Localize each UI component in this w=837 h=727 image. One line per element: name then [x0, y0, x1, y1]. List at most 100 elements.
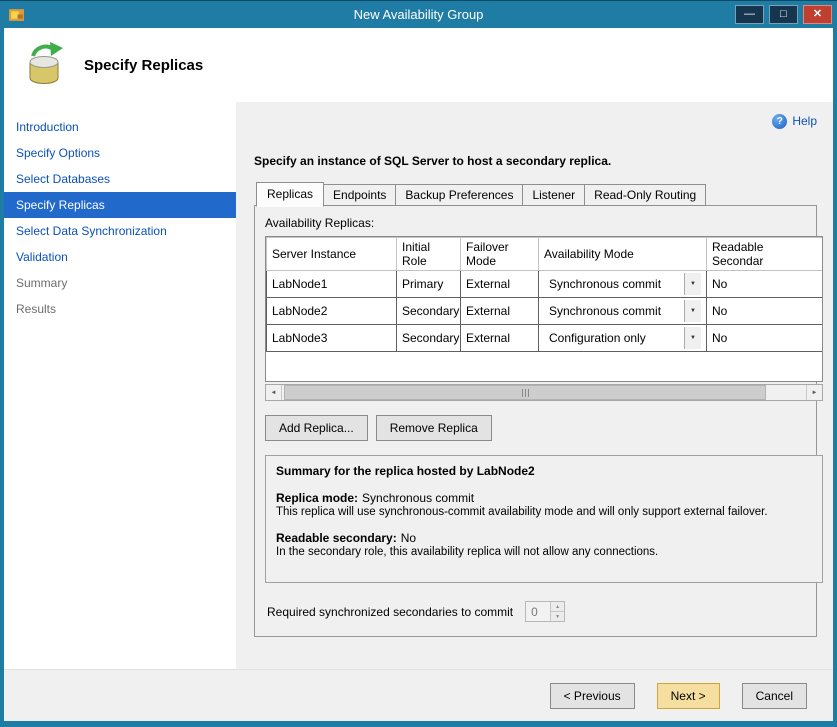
scroll-right-icon[interactable]: ►: [806, 385, 822, 400]
sidebar-item-summary: Summary: [4, 270, 236, 296]
availability-mode-value: Configuration only: [544, 327, 684, 349]
wizard-sidebar: Introduction Specify Options Select Data…: [4, 102, 236, 669]
window-controls: — □ ✕: [735, 5, 832, 24]
cell-server-instance[interactable]: LabNode1: [267, 271, 397, 298]
wizard-footer: < Previous Next > Cancel: [4, 669, 833, 721]
cell-initial-role[interactable]: Secondary: [397, 298, 461, 325]
column-header-server-instance: Server Instance: [267, 238, 397, 271]
sidebar-item-select-databases[interactable]: Select Databases: [4, 166, 236, 192]
column-header-initial-role: Initial Role: [397, 238, 461, 271]
tab-strip: Replicas Endpoints Backup Preferences Li…: [254, 182, 817, 206]
chevron-down-icon[interactable]: ▼: [684, 273, 701, 295]
required-secondaries-label: Required synchronized secondaries to com…: [267, 605, 513, 619]
availability-mode-value: Synchronous commit: [544, 273, 684, 295]
replica-mode-line: Replica mode: Synchronous commit This rep…: [276, 491, 812, 518]
scrollbar-thumb[interactable]: [284, 385, 766, 400]
tab-replicas-label: Replicas: [267, 187, 313, 201]
cell-server-instance[interactable]: LabNode2: [267, 298, 397, 325]
remove-replica-button[interactable]: Remove Replica: [376, 415, 492, 441]
readable-secondary-description: In the secondary role, this availability…: [276, 546, 812, 558]
replica-buttons-row: Add Replica... Remove Replica: [265, 415, 806, 441]
help-icon: ?: [772, 114, 787, 129]
previous-button[interactable]: < Previous: [550, 683, 635, 709]
replicas-tab-panel: Availability Replicas: Server Instance I…: [254, 205, 817, 637]
chevron-down-icon[interactable]: ▼: [684, 300, 701, 322]
spin-up-icon: ▲: [551, 602, 564, 612]
cell-server-instance[interactable]: LabNode3: [267, 325, 397, 352]
tab-endpoints-label: Endpoints: [333, 188, 386, 202]
column-header-availability-mode: Availability Mode: [539, 238, 707, 271]
tab-replicas[interactable]: Replicas: [256, 182, 324, 207]
wizard-header: Specify Replicas: [4, 28, 833, 102]
required-secondaries-value: 0: [526, 602, 550, 621]
tab-endpoints[interactable]: Endpoints: [323, 184, 396, 206]
help-row: ? Help: [254, 112, 817, 130]
table-row[interactable]: LabNode1 Primary External Synchronous co…: [267, 271, 823, 298]
replica-mode-value: Synchronous commit: [362, 491, 474, 505]
cell-failover-mode[interactable]: External: [461, 325, 539, 352]
availability-mode-dropdown[interactable]: Synchronous commit ▼: [544, 273, 701, 295]
required-secondaries-row: Required synchronized secondaries to com…: [265, 601, 806, 622]
tab-listener-label: Listener: [532, 188, 575, 202]
availability-mode-value: Synchronous commit: [544, 300, 684, 322]
tab-read-only-routing-label: Read-Only Routing: [594, 188, 696, 202]
sidebar-item-validation[interactable]: Validation: [4, 244, 236, 270]
page-title: Specify Replicas: [84, 57, 203, 74]
readable-secondary-label: Readable secondary:: [276, 531, 397, 545]
new-availability-group-window: New Availability Group — □ ✕ Specify Rep…: [0, 0, 837, 727]
cell-initial-role[interactable]: Primary: [397, 271, 461, 298]
add-replica-button[interactable]: Add Replica...: [265, 415, 368, 441]
table-header-row: Server Instance Initial Role Failover Mo…: [267, 238, 823, 271]
cell-readable-secondary[interactable]: No: [707, 271, 823, 298]
cell-readable-secondary[interactable]: No: [707, 325, 823, 352]
replica-mode-label: Replica mode:: [276, 491, 358, 505]
availability-replicas-label: Availability Replicas:: [265, 216, 806, 230]
help-link[interactable]: Help: [792, 114, 817, 128]
availability-mode-dropdown[interactable]: Synchronous commit ▼: [544, 300, 701, 322]
tab-backup-preferences[interactable]: Backup Preferences: [395, 184, 523, 206]
window-title: New Availability Group: [0, 7, 837, 22]
sidebar-item-specify-options[interactable]: Specify Options: [4, 140, 236, 166]
cell-failover-mode[interactable]: External: [461, 271, 539, 298]
cell-initial-role[interactable]: Secondary: [397, 325, 461, 352]
spinner-buttons: ▲ ▼: [550, 602, 564, 621]
readable-secondary-line: Readable secondary: No In the secondary r…: [276, 531, 812, 558]
main-content: ? Help Specify an instance of SQL Server…: [236, 102, 833, 669]
cell-failover-mode[interactable]: External: [461, 298, 539, 325]
required-secondaries-spinner: 0 ▲ ▼: [525, 601, 565, 622]
replica-mode-description: This replica will use synchronous-commit…: [276, 506, 812, 518]
sidebar-item-select-data-synchronization[interactable]: Select Data Synchronization: [4, 218, 236, 244]
readable-secondary-value: No: [401, 531, 416, 545]
scroll-left-icon[interactable]: ◄: [266, 385, 282, 400]
dialog-body: Specify Replicas Introduction Specify Op…: [4, 28, 833, 721]
sidebar-item-specify-replicas[interactable]: Specify Replicas: [4, 192, 236, 218]
next-button[interactable]: Next >: [657, 683, 720, 709]
titlebar: New Availability Group — □ ✕: [0, 1, 837, 28]
tab-backup-preferences-label: Backup Preferences: [405, 188, 513, 202]
maximize-button[interactable]: □: [769, 5, 798, 24]
sidebar-item-introduction[interactable]: Introduction: [4, 114, 236, 140]
tab-read-only-routing[interactable]: Read-Only Routing: [584, 184, 706, 206]
window-icon: [8, 6, 25, 23]
spin-down-icon: ▼: [551, 612, 564, 621]
column-header-readable-secondary: Readable Secondar: [707, 238, 823, 271]
replicas-grid-container: Server Instance Initial Role Failover Mo…: [265, 236, 823, 382]
close-button[interactable]: ✕: [803, 5, 832, 24]
summary-title: Summary for the replica hosted by LabNod…: [276, 464, 812, 478]
column-header-failover-mode: Failover Mode: [461, 238, 539, 271]
content-row: Introduction Specify Options Select Data…: [4, 102, 833, 669]
scrollbar-track[interactable]: [282, 385, 806, 400]
sidebar-item-results: Results: [4, 296, 236, 322]
availability-mode-dropdown[interactable]: Configuration only ▼: [544, 327, 701, 349]
cancel-button[interactable]: Cancel: [742, 683, 807, 709]
minimize-button[interactable]: —: [735, 5, 764, 24]
availability-group-icon: [20, 41, 68, 89]
chevron-down-icon[interactable]: ▼: [684, 327, 701, 349]
table-row[interactable]: LabNode2 Secondary External Synchronous …: [267, 298, 823, 325]
availability-replicas-table: Server Instance Initial Role Failover Mo…: [266, 237, 823, 352]
replica-summary-box: Summary for the replica hosted by LabNod…: [265, 455, 823, 583]
cell-readable-secondary[interactable]: No: [707, 298, 823, 325]
table-row[interactable]: LabNode3 Secondary External Configuratio…: [267, 325, 823, 352]
horizontal-scrollbar: ◄ ►: [265, 384, 823, 401]
tab-listener[interactable]: Listener: [522, 184, 585, 206]
